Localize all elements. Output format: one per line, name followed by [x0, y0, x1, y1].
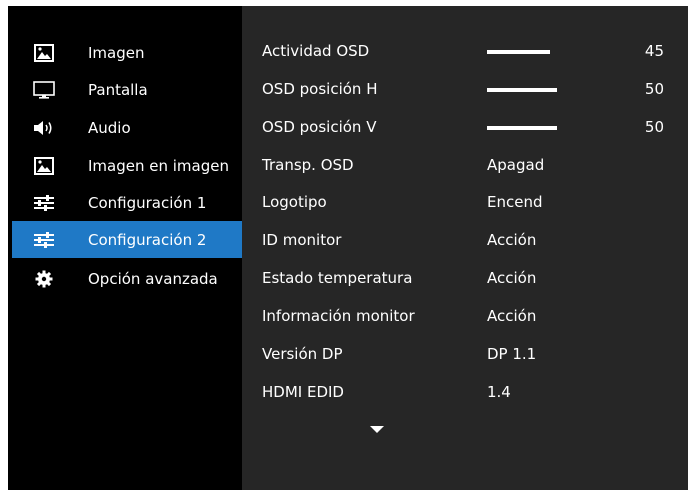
- setting-label: Logotipo: [262, 193, 327, 211]
- setting-row-version-dp[interactable]: Versión DP DP 1.1: [242, 336, 688, 373]
- settings-panel: Actividad OSD 45 OSD posición H 50 OSD p…: [242, 6, 688, 490]
- setting-value: Apagad: [487, 156, 545, 174]
- setting-label: OSD posición V: [262, 118, 377, 136]
- sidebar-item-imagen[interactable]: Imagen: [12, 34, 242, 71]
- sidebar-item-label: Audio: [88, 118, 131, 137]
- sliders-icon: [32, 193, 56, 213]
- setting-value: Acción: [487, 231, 537, 249]
- setting-label: Transp. OSD: [262, 156, 354, 174]
- level-bar[interactable]: [487, 88, 557, 92]
- sidebar-item-label: Imagen: [88, 43, 145, 62]
- osd-menu: Imagen Pantalla Audio Imagen en imagen C…: [8, 6, 688, 490]
- setting-number: 50: [644, 80, 664, 98]
- setting-label: Información monitor: [262, 307, 415, 325]
- setting-row-logotipo[interactable]: Logotipo Encend: [242, 184, 688, 221]
- setting-label: OSD posición H: [262, 80, 378, 98]
- setting-value: Acción: [487, 307, 537, 325]
- sidebar-item-imagen-en-imagen[interactable]: Imagen en imagen: [12, 147, 242, 184]
- setting-number: 45: [644, 42, 664, 60]
- sidebar-item-configuracion-1[interactable]: Configuración 1: [12, 184, 242, 221]
- speaker-icon: [32, 118, 56, 138]
- monitor-icon: [32, 80, 56, 100]
- sidebar-item-label: Imagen en imagen: [88, 156, 229, 175]
- setting-row-informacion-monitor[interactable]: Información monitor Acción: [242, 298, 688, 335]
- sidebar-item-audio[interactable]: Audio: [12, 109, 242, 146]
- setting-row-transp-osd[interactable]: Transp. OSD Apagad: [242, 147, 688, 184]
- level-bar[interactable]: [487, 50, 550, 54]
- setting-row-id-monitor[interactable]: ID monitor Acción: [242, 222, 688, 259]
- setting-row-actividad-osd[interactable]: Actividad OSD 45: [242, 33, 688, 70]
- sidebar: Imagen Pantalla Audio Imagen en imagen C…: [8, 6, 242, 490]
- sidebar-item-pantalla[interactable]: Pantalla: [12, 71, 242, 108]
- setting-value: 1.4: [487, 383, 511, 401]
- setting-row-hdmi-edid[interactable]: HDMI EDID 1.4: [242, 374, 688, 411]
- sliders-icon: [32, 230, 56, 250]
- sidebar-item-label: Configuración 2: [88, 230, 207, 249]
- setting-number: 50: [644, 118, 664, 136]
- setting-label: Estado temperatura: [262, 269, 413, 287]
- level-bar[interactable]: [487, 126, 557, 130]
- setting-label: HDMI EDID: [262, 383, 344, 401]
- setting-value: Encend: [487, 193, 543, 211]
- sidebar-item-label: Opción avanzada: [88, 269, 218, 288]
- setting-row-osd-posicion-h[interactable]: OSD posición H 50: [242, 71, 688, 108]
- setting-row-estado-temperatura[interactable]: Estado temperatura Acción: [242, 260, 688, 297]
- setting-label: ID monitor: [262, 231, 342, 249]
- setting-label: Versión DP: [262, 345, 343, 363]
- picture-in-picture-icon: [32, 156, 56, 176]
- setting-value: DP 1.1: [487, 345, 537, 363]
- triangle-down-icon[interactable]: [370, 426, 384, 433]
- setting-row-osd-posicion-v[interactable]: OSD posición V 50: [242, 109, 688, 146]
- sidebar-item-opcion-avanzada[interactable]: Opción avanzada: [12, 260, 242, 297]
- setting-label: Actividad OSD: [262, 42, 370, 60]
- sidebar-item-label: Pantalla: [88, 80, 148, 99]
- setting-value: Acción: [487, 269, 537, 287]
- picture-icon: [32, 43, 56, 63]
- sidebar-item-label: Configuración 1: [88, 193, 207, 212]
- sidebar-item-configuracion-2[interactable]: Configuración 2: [12, 221, 242, 258]
- gear-icon: [32, 269, 56, 289]
